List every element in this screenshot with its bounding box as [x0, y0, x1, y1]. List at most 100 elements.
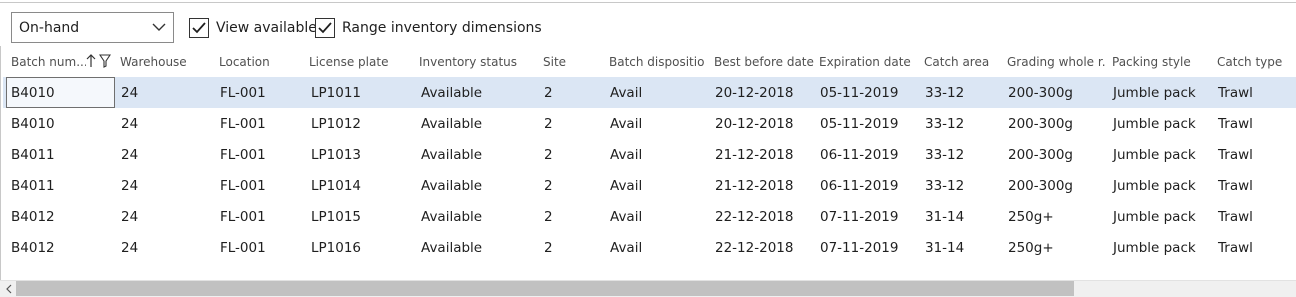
- cell-warehouse[interactable]: 24: [121, 85, 138, 101]
- column-header-location[interactable]: Location: [219, 55, 270, 69]
- cell-warehouse[interactable]: 24: [121, 116, 138, 132]
- cell-warehouse[interactable]: 24: [121, 240, 138, 256]
- cell-best-before-date[interactable]: 20-12-2018: [715, 85, 793, 101]
- cell-warehouse[interactable]: 24: [121, 209, 138, 225]
- cell-packing-style[interactable]: Jumble pack: [1113, 240, 1196, 256]
- cell-license-plate[interactable]: LP1012: [311, 116, 361, 132]
- column-header-grading[interactable]: Grading whole r...: [1007, 55, 1105, 69]
- cell-catch-area[interactable]: 31-14: [925, 240, 964, 256]
- cell-warehouse[interactable]: 24: [121, 147, 138, 163]
- cell-best-before-date[interactable]: 20-12-2018: [715, 116, 793, 132]
- cell-expiration-date[interactable]: 06-11-2019: [820, 147, 898, 163]
- cell-batch-disposition[interactable]: Avail: [610, 209, 642, 225]
- cell-catch-type[interactable]: Trawl: [1218, 85, 1253, 101]
- scrollbar-thumb[interactable]: [16, 281, 1074, 296]
- cell-site[interactable]: 2: [544, 147, 553, 163]
- scroll-left-icon[interactable]: [4, 284, 14, 294]
- cell-catch-type[interactable]: Trawl: [1218, 147, 1253, 163]
- cell-batch[interactable]: B4011: [11, 178, 55, 194]
- cell-grading[interactable]: 200-300g: [1008, 85, 1073, 101]
- cell-best-before-date[interactable]: 22-12-2018: [715, 240, 793, 256]
- cell-batch-disposition[interactable]: Avail: [610, 240, 642, 256]
- cell-catch-area[interactable]: 33-12: [925, 116, 964, 132]
- cell-packing-style[interactable]: Jumble pack: [1113, 147, 1196, 163]
- cell-batch[interactable]: B4012: [11, 209, 55, 225]
- cell-grading[interactable]: 250g+: [1008, 240, 1054, 256]
- cell-catch-area[interactable]: 33-12: [925, 178, 964, 194]
- cell-license-plate[interactable]: LP1013: [311, 147, 361, 163]
- cell-inventory-status[interactable]: Available: [421, 178, 482, 194]
- cell-location[interactable]: FL-001: [220, 116, 266, 132]
- sort-ascending-icon[interactable]: [86, 54, 96, 68]
- cell-batch[interactable]: B4010: [11, 85, 55, 101]
- cell-batch-disposition[interactable]: Avail: [610, 85, 642, 101]
- column-header-license-plate[interactable]: License plate: [309, 55, 388, 69]
- cell-packing-style[interactable]: Jumble pack: [1113, 178, 1196, 194]
- column-header-inventory-status[interactable]: Inventory status: [419, 55, 517, 69]
- cell-site[interactable]: 2: [544, 116, 553, 132]
- cell-warehouse[interactable]: 24: [121, 178, 138, 194]
- table-row[interactable]: B4010 24 FL-001 LP1012 Available 2 Avail 20-12-…: [3, 108, 1296, 139]
- cell-packing-style[interactable]: Jumble pack: [1113, 116, 1196, 132]
- cell-license-plate[interactable]: LP1015: [311, 209, 361, 225]
- column-header-catch-type[interactable]: Catch type: [1217, 55, 1282, 69]
- cell-batch-disposition[interactable]: Avail: [610, 147, 642, 163]
- cell-grading[interactable]: 200-300g: [1008, 178, 1073, 194]
- table-row[interactable]: B4012 24 FL-001 LP1015 Available 2 Avail 22-12-…: [3, 201, 1296, 232]
- cell-batch[interactable]: B4011: [11, 147, 55, 163]
- cell-site[interactable]: 2: [544, 240, 553, 256]
- cell-location[interactable]: FL-001: [220, 209, 266, 225]
- table-row[interactable]: B4011 24 FL-001 LP1013 Available 2 Avail 21-12-…: [3, 139, 1296, 170]
- column-header-batch[interactable]: Batch num...: [11, 55, 86, 69]
- cell-inventory-status[interactable]: Available: [421, 85, 482, 101]
- cell-grading[interactable]: 200-300g: [1008, 147, 1073, 163]
- cell-best-before-date[interactable]: 21-12-2018: [715, 147, 793, 163]
- column-header-warehouse[interactable]: Warehouse: [120, 55, 187, 69]
- cell-inventory-status[interactable]: Available: [421, 209, 482, 225]
- cell-location[interactable]: FL-001: [220, 147, 266, 163]
- cell-catch-area[interactable]: 33-12: [925, 147, 964, 163]
- range-inventory-dimensions-checkbox[interactable]: Range inventory dimensions: [315, 17, 542, 39]
- cell-catch-type[interactable]: Trawl: [1218, 116, 1253, 132]
- cell-license-plate[interactable]: LP1014: [311, 178, 361, 194]
- table-row[interactable]: B4012 24 FL-001 LP1016 Available 2 Avail 22-12-…: [3, 232, 1296, 263]
- cell-packing-style[interactable]: Jumble pack: [1113, 209, 1196, 225]
- filter-icon[interactable]: [99, 54, 111, 68]
- column-header-packing-style[interactable]: Packing style: [1112, 55, 1191, 69]
- horizontal-scrollbar[interactable]: [0, 280, 1296, 297]
- cell-catch-type[interactable]: Trawl: [1218, 178, 1253, 194]
- cell-catch-area[interactable]: 31-14: [925, 209, 964, 225]
- cell-inventory-status[interactable]: Available: [421, 116, 482, 132]
- cell-batch[interactable]: B4012: [11, 240, 55, 256]
- cell-site[interactable]: 2: [544, 209, 553, 225]
- cell-inventory-status[interactable]: Available: [421, 240, 482, 256]
- column-header-expiration-date[interactable]: Expiration date: [819, 55, 911, 69]
- cell-catch-area[interactable]: 33-12: [925, 85, 964, 101]
- column-header-batch-disposition[interactable]: Batch dispositio...: [609, 55, 704, 69]
- cell-batch-disposition[interactable]: Avail: [610, 116, 642, 132]
- cell-best-before-date[interactable]: 21-12-2018: [715, 178, 793, 194]
- column-header-catch-area[interactable]: Catch area: [924, 55, 989, 69]
- table-row[interactable]: B4010 24 FL-001 LP1011 Available 2 Avail 20-12-…: [3, 77, 1296, 108]
- cell-catch-type[interactable]: Trawl: [1218, 209, 1253, 225]
- cell-expiration-date[interactable]: 05-11-2019: [820, 116, 898, 132]
- cell-location[interactable]: FL-001: [220, 85, 266, 101]
- cell-grading[interactable]: 200-300g: [1008, 116, 1073, 132]
- column-header-best-before-date[interactable]: Best before date: [714, 55, 814, 69]
- table-row[interactable]: B4011 24 FL-001 LP1014 Available 2 Avail 21-12-…: [3, 170, 1296, 201]
- view-dropdown[interactable]: On-hand: [11, 12, 174, 43]
- cell-packing-style[interactable]: Jumble pack: [1113, 85, 1196, 101]
- cell-catch-type[interactable]: Trawl: [1218, 240, 1253, 256]
- cell-inventory-status[interactable]: Available: [421, 147, 482, 163]
- cell-expiration-date[interactable]: 06-11-2019: [820, 178, 898, 194]
- cell-grading[interactable]: 250g+: [1008, 209, 1054, 225]
- view-available-checkbox[interactable]: View available: [189, 17, 317, 39]
- cell-site[interactable]: 2: [544, 178, 553, 194]
- cell-site[interactable]: 2: [544, 85, 553, 101]
- cell-location[interactable]: FL-001: [220, 178, 266, 194]
- cell-expiration-date[interactable]: 07-11-2019: [820, 240, 898, 256]
- cell-batch[interactable]: B4010: [11, 116, 55, 132]
- cell-expiration-date[interactable]: 07-11-2019: [820, 209, 898, 225]
- cell-expiration-date[interactable]: 05-11-2019: [820, 85, 898, 101]
- cell-location[interactable]: FL-001: [220, 240, 266, 256]
